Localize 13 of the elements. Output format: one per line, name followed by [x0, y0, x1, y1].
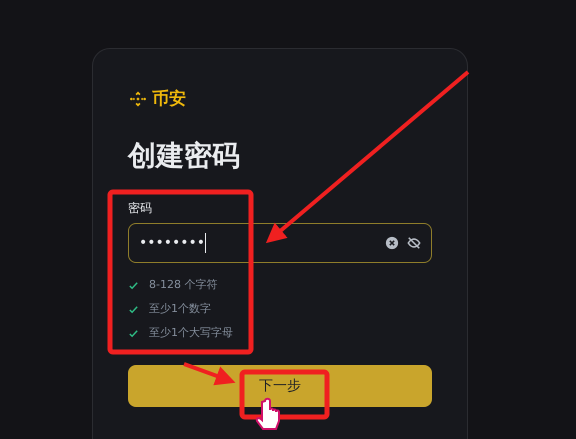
annotation-arrow — [183, 362, 236, 386]
clear-icon[interactable] — [385, 236, 399, 250]
eye-slash-icon[interactable] — [407, 236, 421, 250]
field-label: 密码 — [128, 200, 153, 217]
page-title: 创建密码 — [128, 138, 241, 174]
diamond-logo-icon — [128, 88, 148, 108]
requirement-text: 至少1个数字 — [149, 301, 211, 317]
hand-cursor-icon — [256, 398, 280, 430]
next-button[interactable]: 下一步 — [128, 365, 432, 407]
requirement-text: 8-128 个字符 — [149, 277, 218, 293]
password-field[interactable]: •••••••• — [128, 223, 432, 263]
requirement-text: 至少1个大写字母 — [149, 325, 233, 341]
brand-name: 币安 — [152, 88, 186, 110]
